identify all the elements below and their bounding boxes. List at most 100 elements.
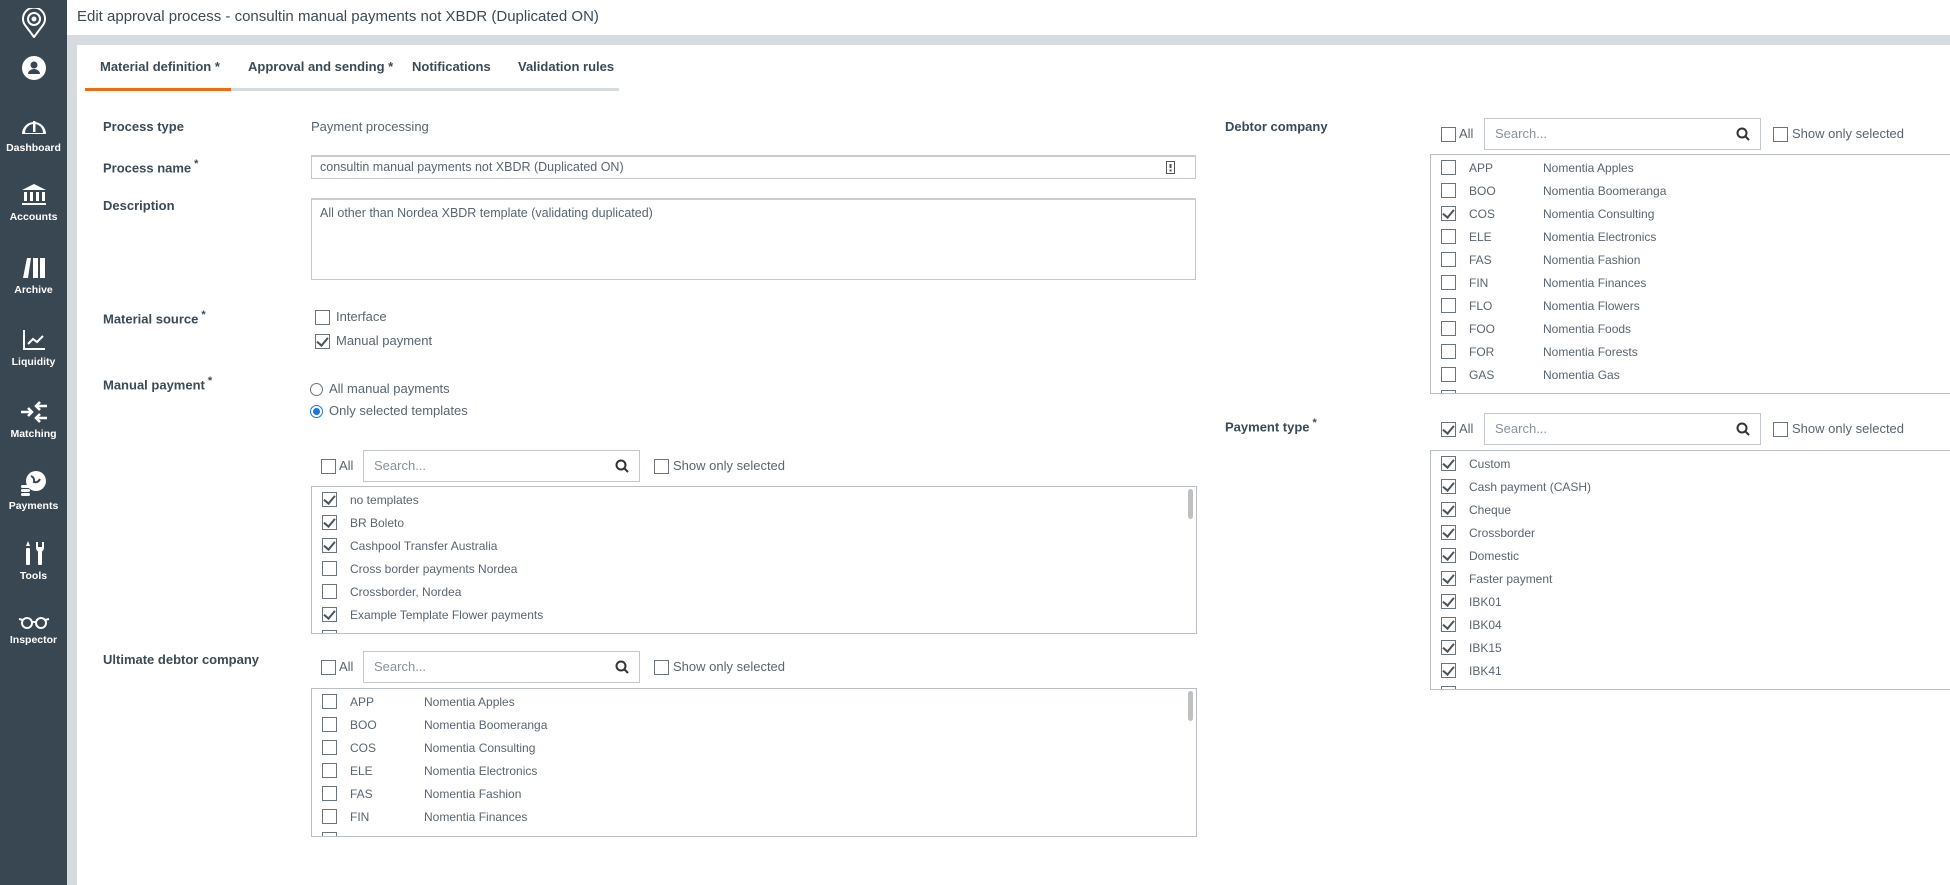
checkbox-box[interactable] (321, 660, 336, 676)
sidebar-item-liquidity[interactable]: Liquidity (0, 328, 67, 368)
tab-notifications[interactable]: Notifications (412, 59, 491, 74)
checkbox-box[interactable] (1441, 321, 1456, 336)
debtor-company-list[interactable]: APP Nomentia Apples BOO Nomentia Boomeranga… (1430, 154, 1950, 394)
payment-type-show-only-selected-checkbox[interactable]: Show only selected (1773, 421, 1904, 438)
checkbox-box[interactable] (1441, 275, 1456, 290)
checkbox-box[interactable] (1441, 640, 1456, 655)
list-item[interactable]: Cash payment (CASH) (1441, 475, 1591, 498)
radio-circle[interactable] (310, 383, 323, 397)
list-item[interactable]: Cheque (1441, 498, 1511, 521)
only-selected-templates-radio[interactable]: Only selected templates (310, 403, 468, 419)
checkbox-box[interactable] (654, 660, 669, 676)
list-item[interactable]: Crossborder, Nordea (322, 580, 461, 603)
checkbox-box[interactable] (1441, 525, 1456, 540)
checkbox-box[interactable] (321, 459, 336, 475)
checkbox-box[interactable] (1441, 594, 1456, 609)
list-item-partial[interactable] (1441, 386, 1469, 393)
templates-show-only-selected-checkbox[interactable]: Show only selected (654, 458, 785, 475)
list-item[interactable]: IBK15 (1441, 636, 1502, 659)
ultimate-debtor-list[interactable]: APP Nomentia Apples BOO Nomentia Boomeranga… (311, 688, 1197, 837)
interface-checkbox[interactable]: Interface (315, 309, 387, 326)
scrollbar[interactable] (1188, 489, 1193, 519)
list-item[interactable]: BOO Nomentia Boomeranga (322, 713, 547, 736)
checkbox-box[interactable] (322, 538, 337, 553)
templates-list[interactable]: no templates BR Boleto Cashpool Transfer A… (311, 486, 1197, 634)
list-item-partial[interactable] (322, 828, 350, 836)
ultimate-debtor-all-checkbox[interactable]: All (321, 659, 353, 676)
checkbox-box[interactable] (322, 717, 337, 732)
ultimate-debtor-show-only-selected-checkbox[interactable]: Show only selected (654, 659, 785, 676)
checkbox-box[interactable] (654, 459, 669, 475)
all-manual-payments-radio[interactable]: All manual payments (310, 381, 450, 397)
list-item[interactable]: FOO Nomentia Foods (1441, 317, 1631, 340)
checkbox-box[interactable] (315, 334, 330, 350)
list-item[interactable]: FOR Nomentia Forests (1441, 340, 1638, 363)
checkbox-box[interactable] (1441, 686, 1456, 689)
checkbox-box[interactable] (322, 607, 337, 622)
checkbox-box[interactable] (1441, 252, 1456, 267)
list-item[interactable]: Crossborder (1441, 521, 1535, 544)
list-item[interactable]: Cross border payments Nordea (322, 557, 517, 580)
list-item[interactable]: APP Nomentia Apples (322, 690, 515, 713)
checkbox-box[interactable] (1441, 663, 1456, 678)
tab-approval-and-sending[interactable]: Approval and sending * (248, 59, 393, 74)
checkbox-box[interactable] (322, 492, 337, 507)
checkbox-box[interactable] (322, 832, 337, 836)
list-item[interactable]: IBK04 (1441, 613, 1502, 636)
list-item[interactable]: FIN Nomentia Finances (322, 805, 527, 828)
radio-circle[interactable] (310, 405, 323, 419)
sidebar-item-inspector[interactable]: Inspector (0, 614, 67, 646)
checkbox-box[interactable] (1441, 206, 1456, 221)
tab-validation-rules[interactable]: Validation rules (518, 59, 614, 74)
checkbox-box[interactable] (1773, 422, 1788, 438)
checkbox-box[interactable] (322, 515, 337, 530)
debtor-company-search-input[interactable]: Search... (1484, 118, 1761, 150)
templates-search-input[interactable]: Search... (363, 450, 640, 482)
checkbox-box[interactable] (315, 310, 330, 326)
checkbox-box[interactable] (322, 763, 337, 778)
checkbox-box[interactable] (322, 786, 337, 801)
list-item[interactable]: COS Nomentia Consulting (1441, 202, 1654, 225)
user-menu[interactable] (0, 55, 67, 85)
checkbox-box[interactable] (322, 809, 337, 824)
sidebar-item-payments[interactable]: Payments (0, 470, 67, 512)
list-item[interactable]: Custom (1441, 452, 1510, 475)
payment-type-search-input[interactable]: Search... (1484, 413, 1761, 445)
list-item[interactable]: Domestic (1441, 544, 1519, 567)
checkbox-box[interactable] (1441, 344, 1456, 359)
checkbox-box[interactable] (1441, 479, 1456, 494)
checkbox-box[interactable] (1441, 229, 1456, 244)
checkbox-box[interactable] (1441, 298, 1456, 313)
checkbox-box[interactable] (1773, 127, 1788, 143)
sidebar-item-accounts[interactable]: Accounts (0, 183, 67, 223)
checkbox-box[interactable] (322, 694, 337, 709)
checkbox-box[interactable] (1441, 502, 1456, 517)
list-item[interactable]: Example Template Flower payments (322, 603, 543, 626)
payment-type-all-checkbox[interactable]: All (1441, 421, 1473, 438)
checkbox-box[interactable] (1441, 127, 1456, 143)
tab-material-definition[interactable]: Material definition * (100, 59, 220, 74)
list-item[interactable]: Cashpool Transfer Australia (322, 534, 497, 557)
debtor-company-all-checkbox[interactable]: All (1441, 126, 1473, 143)
scrollbar[interactable] (1188, 691, 1193, 721)
list-item[interactable]: Faster payment (1441, 567, 1552, 590)
list-item[interactable]: FAS Nomentia Fashion (1441, 248, 1640, 271)
debtor-company-show-only-selected-checkbox[interactable]: Show only selected (1773, 126, 1904, 143)
list-item-partial[interactable] (1441, 682, 1469, 689)
list-item[interactable]: ELE Nomentia Electronics (1441, 225, 1656, 248)
list-item[interactable]: BOO Nomentia Boomeranga (1441, 179, 1666, 202)
ultimate-debtor-search-input[interactable]: Search... (363, 651, 640, 683)
checkbox-box[interactable] (322, 740, 337, 755)
checkbox-box[interactable] (1441, 422, 1456, 438)
sidebar-item-tools[interactable]: Tools (0, 540, 67, 582)
process-name-input[interactable]: consultin manual payments not XBDR (Dupl… (311, 155, 1196, 179)
list-item[interactable]: FLO Nomentia Flowers (1441, 294, 1640, 317)
checkbox-box[interactable] (322, 561, 337, 576)
checkbox-box[interactable] (322, 630, 337, 633)
checkbox-box[interactable] (1441, 183, 1456, 198)
checkbox-box[interactable] (1441, 367, 1456, 382)
checkbox-box[interactable] (1441, 548, 1456, 563)
checkbox-box[interactable] (322, 584, 337, 599)
checkbox-box[interactable] (1441, 617, 1456, 632)
list-item[interactable]: APP Nomentia Apples (1441, 156, 1634, 179)
